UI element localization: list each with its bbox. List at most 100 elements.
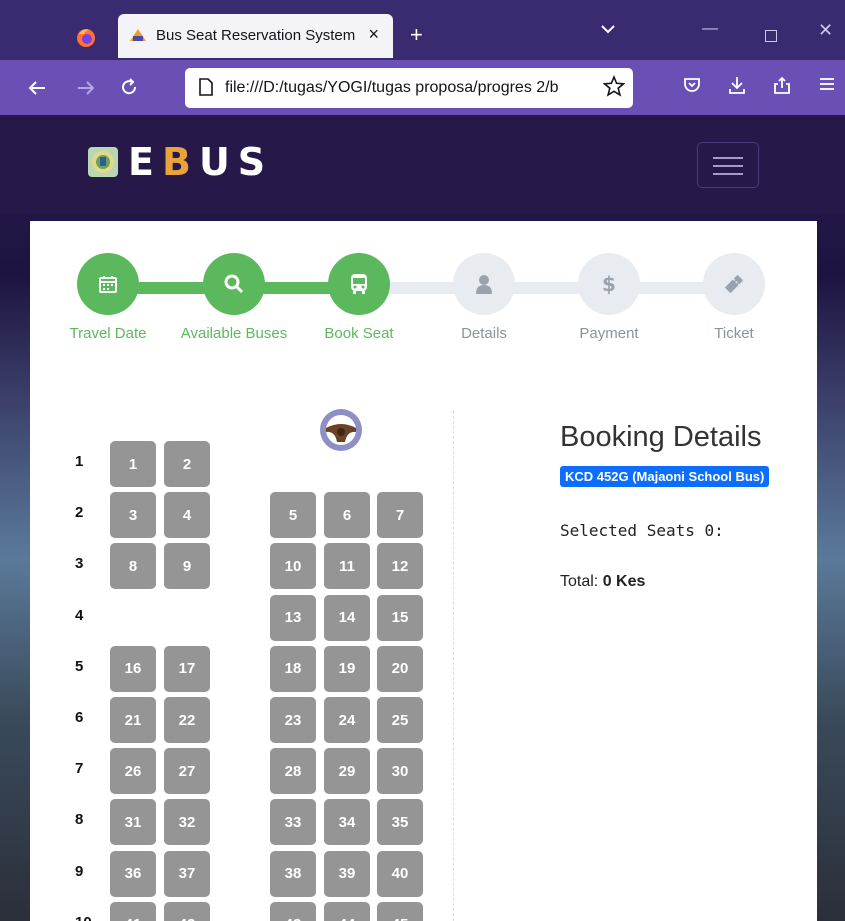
file-icon <box>199 78 213 96</box>
seat-17[interactable]: 17 <box>164 645 210 692</box>
brand[interactable]: EBUS <box>88 140 273 184</box>
menu-icon[interactable] <box>818 75 836 93</box>
seat-45[interactable]: 45 <box>377 901 423 921</box>
seat-7[interactable]: 7 <box>377 492 423 539</box>
seat-12[interactable]: 12 <box>377 543 423 590</box>
seat-25[interactable]: 25 <box>377 697 423 743</box>
tab-title: Bus Seat Reservation System <box>156 27 356 44</box>
seat-19[interactable]: 19 <box>324 645 370 692</box>
step-label: Available Buses <box>180 325 288 342</box>
seat-32[interactable]: 32 <box>164 799 210 846</box>
user-step-circle <box>453 253 515 315</box>
step-label: Details <box>461 325 507 342</box>
seat-43[interactable]: 43 <box>270 901 316 921</box>
step-label: Travel Date <box>69 325 147 342</box>
seat-39[interactable]: 39 <box>324 850 370 897</box>
search-step-circle <box>203 253 265 315</box>
browser-tabbar: Bus Seat Reservation System × + — ✕ <box>0 0 845 60</box>
seat-30[interactable]: 30 <box>377 748 423 795</box>
seat-18[interactable]: 18 <box>270 645 316 692</box>
row-number: 5 <box>75 657 84 675</box>
minimize-icon[interactable]: — <box>702 20 718 38</box>
total-text: Total: 0 Kes <box>560 573 645 591</box>
seat-44[interactable]: 44 <box>324 901 370 921</box>
seat-14[interactable]: 14 <box>324 594 370 641</box>
seat-29[interactable]: 29 <box>324 748 370 795</box>
seat-15[interactable]: 15 <box>377 594 423 641</box>
row-number: 2 <box>75 504 84 522</box>
seat-40[interactable]: 40 <box>377 850 423 897</box>
close-tab-icon[interactable]: × <box>368 24 379 45</box>
list-all-tabs-icon[interactable] <box>600 24 616 34</box>
seat-4[interactable]: 4 <box>164 492 210 539</box>
seat-24[interactable]: 24 <box>324 697 370 743</box>
new-tab-button[interactable]: + <box>410 22 423 48</box>
navbar-toggle-button[interactable] <box>697 142 759 188</box>
seat-41[interactable]: 41 <box>110 901 156 921</box>
bus-favicon-icon <box>130 29 146 41</box>
step-payment[interactable]: $ Payment <box>549 253 669 342</box>
brand-logo <box>88 147 118 177</box>
seat-10[interactable]: 10 <box>270 543 316 590</box>
seat-31[interactable]: 31 <box>110 799 156 846</box>
window-close-icon[interactable]: ✕ <box>818 20 833 41</box>
row-number: 8 <box>75 811 84 829</box>
forward-icon[interactable] <box>77 80 95 96</box>
site-header: EBUS <box>0 115 845 213</box>
booking-details-title: Booking Details <box>560 421 762 453</box>
seat-21[interactable]: 21 <box>110 697 156 743</box>
row-number: 6 <box>75 709 84 726</box>
seat-1[interactable]: 1 <box>110 441 156 487</box>
bus-step-circle <box>328 253 390 315</box>
steering-wheel-icon <box>320 409 362 451</box>
seat-38[interactable]: 38 <box>270 850 316 897</box>
pocket-icon[interactable] <box>682 75 702 95</box>
seat-34[interactable]: 34 <box>324 799 370 846</box>
browser-tab[interactable]: Bus Seat Reservation System × <box>118 14 393 58</box>
row-number: 1 <box>75 453 84 470</box>
step-ticket[interactable]: Ticket <box>674 253 794 342</box>
maximize-icon[interactable] <box>765 30 777 42</box>
seat-42[interactable]: 42 <box>164 901 210 921</box>
step-book-seat[interactable]: Book Seat <box>299 253 419 342</box>
seat-16[interactable]: 16 <box>110 645 156 692</box>
seat-3[interactable]: 3 <box>110 492 156 539</box>
seat-8[interactable]: 8 <box>110 543 156 590</box>
row-number: 9 <box>75 862 84 880</box>
seat-26[interactable]: 26 <box>110 748 156 795</box>
calendar-icon <box>98 274 118 294</box>
search-icon <box>224 274 244 294</box>
seat-23[interactable]: 23 <box>270 697 316 743</box>
row-number: 7 <box>75 760 84 778</box>
bus-icon <box>349 273 369 295</box>
seat-6[interactable]: 6 <box>324 492 370 539</box>
seat-36[interactable]: 36 <box>110 850 156 897</box>
seat-11[interactable]: 11 <box>324 543 370 590</box>
seat-37[interactable]: 37 <box>164 850 210 897</box>
step-travel-date[interactable]: Travel Date <box>48 253 168 342</box>
seat-20[interactable]: 20 <box>377 645 423 692</box>
seat-9[interactable]: 9 <box>164 543 210 590</box>
page-content: EBUS Travel Date Available Buses Book Seat… <box>0 115 845 921</box>
share-icon[interactable] <box>772 75 792 95</box>
firefox-icon[interactable] <box>75 26 97 48</box>
url-text: file:///D:/tugas/YOGI/tugas proposa/prog… <box>225 79 559 96</box>
seat-35[interactable]: 35 <box>377 799 423 846</box>
seat-5[interactable]: 5 <box>270 492 316 539</box>
seat-22[interactable]: 22 <box>164 697 210 743</box>
step-details[interactable]: Details <box>424 253 544 342</box>
dollar-step-circle: $ <box>578 253 640 315</box>
seat-2[interactable]: 2 <box>164 441 210 487</box>
dollar-icon: $ <box>601 272 617 296</box>
step-available-buses[interactable]: Available Buses <box>174 253 294 342</box>
download-icon[interactable] <box>727 75 747 95</box>
seat-28[interactable]: 28 <box>270 748 316 795</box>
back-icon[interactable] <box>28 80 46 96</box>
seat-33[interactable]: 33 <box>270 799 316 846</box>
reload-icon[interactable] <box>120 78 138 96</box>
seat-27[interactable]: 27 <box>164 748 210 795</box>
url-bar[interactable]: file:///D:/tugas/YOGI/tugas proposa/prog… <box>185 68 633 108</box>
step-label: Book Seat <box>324 325 394 342</box>
bookmark-star-icon[interactable] <box>603 75 625 97</box>
seat-13[interactable]: 13 <box>270 594 316 641</box>
